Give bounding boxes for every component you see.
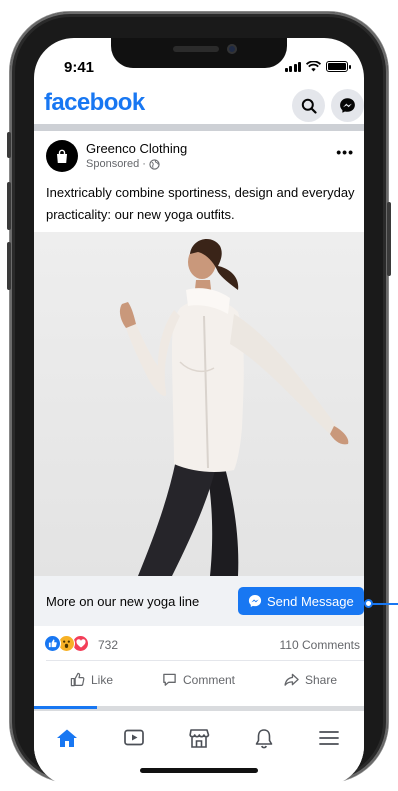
comment-label: Comment bbox=[183, 672, 236, 687]
tab-watch[interactable] bbox=[119, 723, 149, 753]
share-button[interactable]: Share bbox=[284, 672, 337, 687]
callout-line bbox=[370, 603, 398, 605]
page-name[interactable]: Greenco Clothing bbox=[86, 141, 187, 156]
power-button bbox=[387, 202, 391, 276]
active-tab-indicator bbox=[34, 706, 97, 709]
actions-divider bbox=[46, 660, 364, 661]
signal-icon bbox=[284, 62, 301, 72]
search-icon bbox=[301, 98, 317, 114]
tab-notifications[interactable] bbox=[249, 723, 279, 753]
post-header: Greenco Clothing Sponsored · ••• bbox=[34, 134, 364, 180]
comment-button[interactable]: Comment bbox=[162, 672, 235, 687]
like-button[interactable]: Like bbox=[70, 672, 113, 687]
like-reaction-icon bbox=[44, 635, 61, 652]
cta-bar: More on our new yoga line Send Message bbox=[34, 576, 364, 626]
post-actions: Like Comment Share bbox=[34, 666, 364, 696]
send-message-label: Send Message bbox=[267, 593, 354, 609]
send-message-button[interactable]: Send Message bbox=[238, 587, 364, 615]
tab-home[interactable] bbox=[52, 723, 82, 753]
home-icon bbox=[57, 729, 77, 747]
notch bbox=[111, 38, 287, 68]
reaction-count: 732 bbox=[98, 638, 119, 652]
page-avatar[interactable] bbox=[46, 140, 78, 172]
like-label: Like bbox=[91, 672, 114, 687]
thumbs-up-icon bbox=[70, 672, 85, 687]
menu-icon bbox=[319, 731, 339, 745]
messenger-button[interactable] bbox=[331, 89, 364, 122]
home-indicator bbox=[140, 768, 258, 773]
share-icon bbox=[284, 673, 299, 686]
tab-marketplace[interactable] bbox=[184, 723, 214, 753]
messenger-icon bbox=[248, 595, 262, 608]
more-options-button[interactable]: ••• bbox=[336, 144, 354, 160]
tab-menu[interactable] bbox=[314, 723, 344, 753]
watch-icon bbox=[124, 729, 144, 746]
messenger-icon bbox=[340, 98, 355, 113]
yoga-model-image bbox=[119, 239, 349, 576]
app-header: facebook bbox=[34, 86, 364, 126]
sponsored-label: Sponsored · bbox=[86, 158, 146, 170]
notifications-icon bbox=[255, 728, 273, 748]
phone-screen: 9:41 facebook Greenco Clothing Sponsored… bbox=[34, 38, 364, 786]
search-button[interactable] bbox=[292, 89, 325, 122]
wifi-icon bbox=[306, 61, 321, 72]
cta-text: More on our new yoga line bbox=[46, 594, 200, 609]
ad-photo[interactable] bbox=[34, 232, 364, 576]
share-label: Share bbox=[305, 672, 338, 687]
bottom-tab-bar bbox=[34, 706, 364, 770]
globe-icon bbox=[149, 158, 160, 170]
battery-icon bbox=[326, 61, 351, 72]
reactions-bar[interactable]: 732 110 Comments bbox=[34, 632, 364, 658]
comment-icon bbox=[163, 673, 176, 686]
callout-dot bbox=[364, 599, 373, 608]
status-time: 9:41 bbox=[64, 59, 95, 76]
volume-down-button bbox=[7, 242, 11, 290]
post-text: Inextricably combine sportiness, design … bbox=[46, 185, 355, 222]
feed-divider bbox=[34, 124, 364, 131]
volume-up-button bbox=[7, 182, 11, 230]
marketplace-icon bbox=[189, 728, 210, 748]
facebook-logo[interactable]: facebook bbox=[44, 89, 145, 117]
shopping-bag-icon bbox=[57, 149, 67, 163]
mute-switch bbox=[7, 132, 11, 158]
comments-count[interactable]: 110 Comments bbox=[280, 638, 360, 652]
